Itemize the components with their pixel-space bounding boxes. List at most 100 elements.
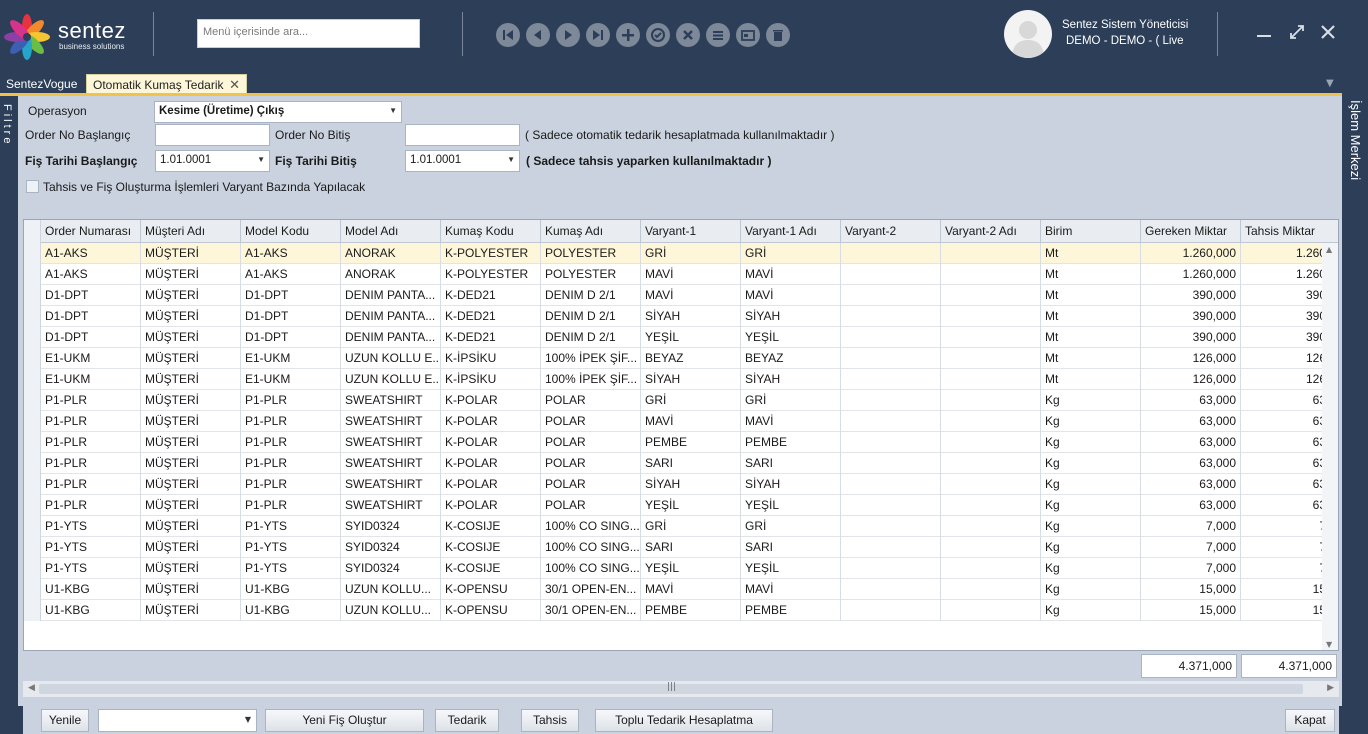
table-cell[interactable]: PEMBE — [641, 432, 741, 453]
order-end-input[interactable] — [405, 124, 520, 146]
table-cell[interactable]: A1-AKS — [41, 243, 141, 264]
table-cell[interactable] — [841, 306, 941, 327]
table-cell[interactable]: D1-DPT — [41, 285, 141, 306]
table-cell[interactable]: P1-YTS — [241, 537, 341, 558]
table-cell[interactable]: P1-YTS — [241, 516, 341, 537]
table-cell[interactable] — [941, 411, 1041, 432]
table-row[interactable]: E1-UKM MÜŞTERİ E1-UKM UZUN KOLLU E... K-İPSİ… — [24, 348, 1336, 369]
table-row[interactable]: A1-AKS MÜŞTERİ A1-AKS ANORAK K-POLYESTER POLY… — [24, 243, 1336, 264]
table-cell[interactable]: 63,000 — [1141, 474, 1241, 495]
table-cell[interactable] — [941, 453, 1041, 474]
table-cell[interactable]: E1-UKM — [241, 348, 341, 369]
table-cell[interactable] — [941, 243, 1041, 264]
table-cell[interactable]: SWEATSHIRT — [341, 432, 441, 453]
table-cell[interactable] — [941, 558, 1041, 579]
table-cell[interactable] — [841, 264, 941, 285]
previous-record-icon[interactable] — [526, 23, 550, 47]
column-header[interactable]: Model Kodu — [241, 220, 341, 243]
table-cell[interactable] — [941, 264, 1041, 285]
table-cell[interactable]: 63,000 — [1141, 390, 1241, 411]
table-cell[interactable]: Mt — [1041, 348, 1141, 369]
table-cell[interactable] — [941, 327, 1041, 348]
table-cell[interactable] — [941, 432, 1041, 453]
table-cell[interactable]: Mt — [1041, 369, 1141, 390]
table-cell[interactable]: PEMBE — [641, 600, 741, 621]
table-row[interactable]: E1-UKM MÜŞTERİ E1-UKM UZUN KOLLU E... K-İPSİ… — [24, 369, 1336, 390]
table-cell[interactable] — [841, 495, 941, 516]
allocate-button[interactable]: Tahsis — [521, 709, 579, 732]
table-cell[interactable]: UZUN KOLLU E... — [341, 369, 441, 390]
table-cell[interactable]: SARI — [641, 537, 741, 558]
table-cell[interactable]: MAVİ — [741, 264, 841, 285]
table-cell[interactable]: SWEATSHIRT — [341, 474, 441, 495]
column-header[interactable]: Order Numarası — [41, 220, 141, 243]
table-cell[interactable]: K-COSIJE — [441, 537, 541, 558]
table-row[interactable]: P1-PLR MÜŞTERİ P1-PLR SWEATSHIRT K-POLAR POLA… — [24, 495, 1336, 516]
table-cell[interactable]: Kg — [1041, 411, 1141, 432]
table-cell[interactable]: K-İPSİKU — [441, 369, 541, 390]
table-cell[interactable]: MÜŞTERİ — [141, 558, 241, 579]
table-cell[interactable] — [841, 432, 941, 453]
table-cell[interactable]: SWEATSHIRT — [341, 390, 441, 411]
table-cell[interactable]: DENIM D 2/1 — [541, 327, 641, 348]
table-cell[interactable]: P1-YTS — [41, 558, 141, 579]
table-cell[interactable]: K-COSIJE — [441, 558, 541, 579]
table-cell[interactable]: MAVİ — [641, 411, 741, 432]
table-cell[interactable]: SARI — [641, 453, 741, 474]
table-cell[interactable]: YEŞİL — [741, 327, 841, 348]
table-cell[interactable]: Kg — [1041, 600, 1141, 621]
table-cell[interactable]: K-POLYESTER — [441, 243, 541, 264]
table-cell[interactable]: MAVİ — [741, 285, 841, 306]
table-row[interactable]: A1-AKS MÜŞTERİ A1-AKS ANORAK K-POLYESTER POLY… — [24, 264, 1336, 285]
table-cell[interactable]: YEŞİL — [641, 327, 741, 348]
table-cell[interactable]: MÜŞTERİ — [141, 264, 241, 285]
column-header[interactable]: Tahsis Miktar — [1241, 220, 1338, 243]
table-cell[interactable]: A1-AKS — [241, 264, 341, 285]
table-cell[interactable]: SARI — [741, 453, 841, 474]
table-row[interactable]: D1-DPT MÜŞTERİ D1-DPT DENIM PANTA... K-DED21… — [24, 327, 1336, 348]
table-cell[interactable]: 390,000 — [1141, 306, 1241, 327]
table-row[interactable]: U1-KBG MÜŞTERİ U1-KBG UZUN KOLLU... K-OPENSU… — [24, 579, 1336, 600]
table-cell[interactable]: 63,000 — [1141, 453, 1241, 474]
table-cell[interactable]: MÜŞTERİ — [141, 600, 241, 621]
table-cell[interactable]: 7,000 — [1141, 537, 1241, 558]
table-cell[interactable]: P1-PLR — [241, 390, 341, 411]
table-cell[interactable]: E1-UKM — [241, 369, 341, 390]
table-cell[interactable]: K-İPSİKU — [441, 348, 541, 369]
table-cell[interactable]: GRİ — [741, 243, 841, 264]
table-cell[interactable]: Kg — [1041, 474, 1141, 495]
table-cell[interactable]: 63,000 — [1141, 411, 1241, 432]
table-cell[interactable] — [941, 579, 1041, 600]
table-cell[interactable]: P1-YTS — [41, 516, 141, 537]
table-cell[interactable] — [941, 390, 1041, 411]
table-cell[interactable]: PEMBE — [741, 432, 841, 453]
table-cell[interactable] — [841, 579, 941, 600]
table-cell[interactable]: MÜŞTERİ — [141, 327, 241, 348]
column-header[interactable]: Gereken Miktar — [1141, 220, 1241, 243]
table-cell[interactable]: YEŞİL — [741, 495, 841, 516]
row-indicator[interactable] — [24, 411, 41, 432]
table-cell[interactable]: K-DED21 — [441, 285, 541, 306]
column-header[interactable]: Kumaş Kodu — [441, 220, 541, 243]
table-cell[interactable] — [841, 600, 941, 621]
table-cell[interactable]: POLAR — [541, 474, 641, 495]
row-indicator[interactable] — [24, 495, 41, 516]
action-center-label[interactable]: İşlem Merkezi — [1348, 100, 1363, 180]
scroll-up-icon[interactable]: ▲ — [1326, 245, 1332, 254]
table-cell[interactable]: Kg — [1041, 558, 1141, 579]
table-cell[interactable]: MÜŞTERİ — [141, 306, 241, 327]
table-cell[interactable]: P1-PLR — [41, 432, 141, 453]
column-header[interactable]: Varyant-2 — [841, 220, 941, 243]
table-cell[interactable]: U1-KBG — [241, 600, 341, 621]
bulk-calc-button[interactable]: Toplu Tedarik Hesaplatma — [595, 709, 773, 732]
table-cell[interactable]: U1-KBG — [241, 579, 341, 600]
table-cell[interactable] — [941, 369, 1041, 390]
delete-icon[interactable] — [766, 23, 790, 47]
table-cell[interactable]: P1-PLR — [241, 495, 341, 516]
table-cell[interactable]: MÜŞTERİ — [141, 348, 241, 369]
table-cell[interactable]: SİYAH — [641, 369, 741, 390]
table-cell[interactable]: MAVİ — [641, 264, 741, 285]
table-cell[interactable]: UZUN KOLLU... — [341, 600, 441, 621]
table-cell[interactable]: P1-PLR — [41, 390, 141, 411]
table-cell[interactable]: 100% İPEK ŞİF... — [541, 369, 641, 390]
